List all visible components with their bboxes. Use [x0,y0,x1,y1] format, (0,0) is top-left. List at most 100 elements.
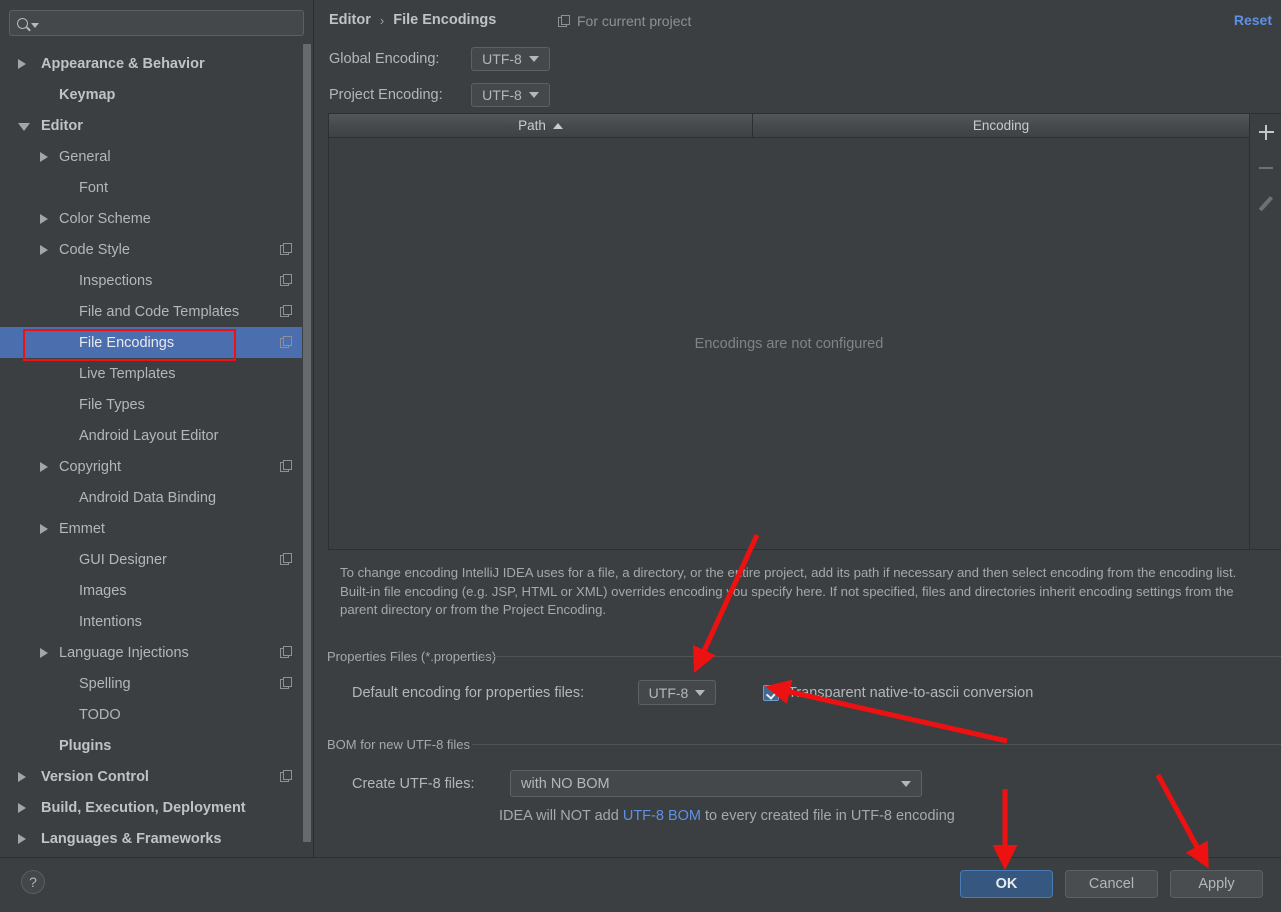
sidebar-item-emmet[interactable]: Emmet [0,513,305,544]
copy-icon [280,243,293,256]
create-utf8-files-combo[interactable]: with NO BOM [510,770,922,797]
copy-icon [558,14,571,28]
sidebar-scrollbar-thumb[interactable] [303,44,311,842]
sidebar-item-android-layout-editor[interactable]: Android Layout Editor [0,420,305,451]
chevron-right-icon[interactable] [40,244,48,255]
chevron-down-icon[interactable] [18,123,30,131]
properties-encoding-row: Default encoding for properties files: U… [352,680,1033,705]
chevron-right-icon[interactable] [18,771,26,782]
breadcrumb-parent[interactable]: Editor [329,12,371,28]
settings-main-panel: Editor › File Encodings For current proj… [314,0,1281,857]
sidebar-item-file-types[interactable]: File Types [0,389,305,420]
create-utf8-files-label: Create UTF-8 files: [352,775,475,792]
sidebar-item-color-scheme[interactable]: Color Scheme [0,203,305,234]
sidebar-item-build-execution-deployment[interactable]: Build, Execution, Deployment [0,792,305,823]
column-header-encoding[interactable]: Encoding [753,114,1249,137]
table-empty-message: Encodings are not configured [694,335,884,352]
project-encoding-combo[interactable]: UTF-8 [471,83,550,107]
copy-icon [280,305,293,318]
sidebar-item-intentions[interactable]: Intentions [0,606,305,637]
sidebar-item-version-control[interactable]: Version Control [0,761,305,792]
apply-button[interactable]: Apply [1170,870,1263,898]
chevron-right-icon[interactable] [40,523,48,534]
search-icon [17,17,28,29]
sidebar-item-general[interactable]: General [0,141,305,172]
plus-icon [1258,124,1274,140]
sidebar-item-copyright[interactable]: Copyright [0,451,305,482]
chevron-right-icon[interactable] [18,802,26,813]
bom-group-divider [472,744,1281,745]
bom-note-post: to every created file in UTF-8 encoding [700,808,955,824]
chevron-right-icon[interactable] [18,58,26,69]
add-encoding-button[interactable] [1251,114,1281,150]
properties-encoding-combo[interactable]: UTF-8 [638,680,716,705]
column-header-path[interactable]: Path [329,114,753,137]
sidebar-item-font[interactable]: Font [0,172,305,203]
sidebar-item-file-and-code-templates[interactable]: File and Code Templates [0,296,305,327]
sidebar-item-code-style[interactable]: Code Style [0,234,305,265]
chevron-down-icon [695,689,706,696]
chevron-right-icon[interactable] [40,461,48,472]
edit-encoding-button[interactable] [1251,186,1281,222]
search-field[interactable] [9,10,304,36]
remove-encoding-button[interactable] [1251,150,1281,186]
chevron-right-icon[interactable] [40,647,48,658]
sidebar-item-plugins[interactable]: Plugins [0,730,305,761]
native-ascii-checkbox-label: Transparent native-to-ascii conversion [788,684,1034,701]
sidebar-item-label: Intentions [79,613,142,630]
copy-icon [280,460,293,473]
sidebar-item-editor[interactable]: Editor [0,110,305,141]
sidebar-item-file-encodings[interactable]: File Encodings [0,327,305,358]
sidebar-item-label: GUI Designer [79,551,167,568]
global-encoding-value: UTF-8 [482,51,522,67]
sidebar-item-label: Version Control [41,768,149,785]
copy-icon [280,677,293,690]
cancel-button[interactable]: Cancel [1065,870,1158,898]
sidebar-item-android-data-binding[interactable]: Android Data Binding [0,482,305,513]
project-encoding-label: Project Encoding: [329,87,443,103]
sidebar-item-label: Images [79,582,127,599]
bom-group-title: BOM for new UTF-8 files [327,737,478,752]
properties-group-divider [482,656,1281,657]
sidebar-item-label: Spelling [79,675,131,692]
sidebar-item-languages-frameworks[interactable]: Languages & Frameworks [0,823,305,854]
search-input[interactable] [39,15,303,31]
table-header-row: Path Encoding [329,114,1249,138]
copy-icon [280,770,293,783]
ok-button[interactable]: OK [960,870,1053,898]
sidebar-item-images[interactable]: Images [0,575,305,606]
sidebar-item-label: Color Scheme [59,210,151,227]
settings-tree: Appearance & Behavior Keymap Editor General… [0,48,305,854]
chevron-right-icon[interactable] [40,151,48,162]
for-current-project-label: For current project [577,13,692,29]
chevron-right-icon[interactable] [18,833,26,844]
native-ascii-checkbox-group[interactable]: Transparent native-to-ascii conversion [763,684,1034,701]
sidebar-item-gui-designer[interactable]: GUI Designer [0,544,305,575]
sidebar-item-label: Plugins [59,737,112,754]
sidebar-item-todo[interactable]: TODO [0,699,305,730]
sidebar-item-appearance-behavior[interactable]: Appearance & Behavior [0,48,305,79]
sidebar-item-language-injections[interactable]: Language Injections [0,637,305,668]
column-header-encoding-label: Encoding [972,118,1030,133]
chevron-right-icon[interactable] [40,213,48,224]
breadcrumb-separator-icon: › [379,12,385,28]
pencil-icon [1258,196,1274,212]
global-encoding-combo[interactable]: UTF-8 [471,47,550,71]
sidebar-item-spelling[interactable]: Spelling [0,668,305,699]
sidebar-item-live-templates[interactable]: Live Templates [0,358,305,389]
sidebar-item-inspections[interactable]: Inspections [0,265,305,296]
sidebar-item-label: Android Layout Editor [79,427,219,444]
search-dropdown-caret-icon[interactable] [31,22,39,28]
bom-note: IDEA will NOT add UTF-8 BOM to every cre… [499,808,955,824]
native-ascii-checkbox[interactable] [763,684,779,701]
help-button[interactable]: ? [21,870,45,894]
reset-link[interactable]: Reset [1234,12,1272,28]
sidebar-item-label: Android Data Binding [79,489,217,506]
minus-icon [1259,167,1273,169]
project-encoding-row: Project Encoding: UTF-8 [329,83,550,107]
chevron-down-icon [528,56,539,62]
breadcrumb-current: File Encodings [393,12,497,28]
utf8-bom-link[interactable]: UTF-8 BOM [623,808,701,824]
sidebar-item-keymap[interactable]: Keymap [0,79,305,110]
global-encoding-label: Global Encoding: [329,51,440,67]
